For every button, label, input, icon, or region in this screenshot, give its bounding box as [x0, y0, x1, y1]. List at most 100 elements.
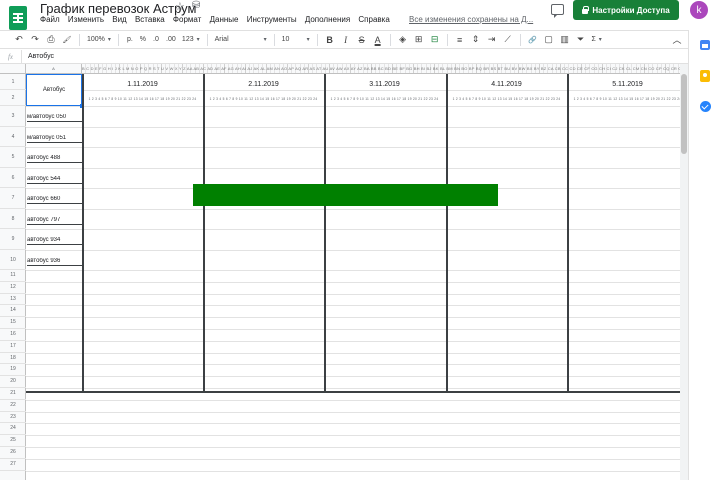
date-header[interactable]: 5.11.2019 — [567, 81, 688, 88]
tasks-icon[interactable] — [700, 101, 711, 112]
date-header[interactable]: 2.11.2019 — [203, 81, 324, 88]
filter-icon[interactable]: ⏷ — [574, 32, 588, 47]
bus-label[interactable]: автобус 936 — [27, 258, 82, 266]
redo-icon[interactable]: ↷ — [28, 32, 42, 47]
collapse-toolbar-icon[interactable]: ︿ — [670, 32, 684, 47]
menu-addons[interactable]: Дополнения — [305, 15, 350, 24]
vertical-scrollbar[interactable] — [680, 64, 688, 480]
bus-label[interactable]: м/автобус 051 — [27, 135, 82, 143]
borders-icon[interactable]: ⊞ — [412, 32, 426, 47]
row-header[interactable]: 4 — [0, 127, 26, 147]
select-all-corner[interactable] — [0, 64, 26, 74]
column-header-a[interactable]: A — [26, 64, 82, 74]
row-header[interactable]: 23 — [0, 412, 26, 424]
decrease-decimals-button[interactable]: .0 — [150, 32, 162, 47]
row-header[interactable]: 1 — [0, 74, 26, 90]
bus-label[interactable]: автобус 544 — [27, 176, 82, 184]
percent-format-button[interactable]: % — [138, 32, 148, 47]
toolbar-divider — [79, 33, 80, 46]
functions-icon[interactable]: Σ — [590, 32, 604, 47]
bus-label[interactable]: автобус 660 — [27, 196, 82, 204]
number-format-select[interactable]: 123 — [180, 32, 202, 47]
row-header[interactable]: 9 — [0, 229, 26, 250]
text-rotation-icon[interactable]: ⟋ — [501, 32, 515, 47]
bus-label[interactable]: автобус 934 — [27, 237, 82, 245]
keep-icon[interactable] — [700, 70, 710, 82]
merge-cells-icon[interactable]: ⊟ — [428, 32, 442, 47]
share-button[interactable]: Настройки Доступа — [573, 0, 679, 20]
sheet-grid[interactable]: A B C D E F G H I J K L M N O P Q R S T … — [0, 64, 688, 480]
italic-button[interactable]: I — [339, 32, 353, 47]
cloud-status-icon[interactable]: ⛁ — [192, 0, 200, 11]
bold-button[interactable]: B — [323, 32, 337, 47]
row-header[interactable]: 6 — [0, 168, 26, 188]
comment-history-icon[interactable] — [551, 4, 564, 18]
row-header[interactable]: 22 — [0, 400, 26, 412]
row-header[interactable]: 24 — [0, 423, 26, 436]
font-select[interactable]: Arial — [213, 32, 269, 47]
vertical-align-icon[interactable]: ⇕ — [469, 32, 483, 47]
zoom-select[interactable]: 100% — [85, 32, 113, 47]
row-header[interactable]: 3 — [0, 106, 26, 127]
strikethrough-button[interactable]: S — [355, 32, 369, 47]
avatar[interactable]: k — [690, 1, 708, 19]
paint-format-icon[interactable]: 🖌 — [60, 32, 74, 47]
link-icon[interactable]: 🔗 — [526, 32, 540, 47]
scroll-thumb[interactable] — [681, 74, 687, 154]
menu-file[interactable]: Файл — [40, 15, 60, 24]
menu-view[interactable]: Вид — [112, 15, 126, 24]
row-header[interactable]: 16 — [0, 329, 26, 341]
star-icon[interactable]: ☆ — [175, 0, 185, 13]
row-header[interactable]: 12 — [0, 282, 26, 294]
row-header[interactable]: 10 — [0, 250, 26, 270]
undo-icon[interactable]: ↶ — [12, 32, 26, 47]
row-header[interactable]: 8 — [0, 209, 26, 229]
row-header[interactable]: 13 — [0, 294, 26, 306]
menu-data[interactable]: Данные — [210, 15, 239, 24]
row-header[interactable]: 11 — [0, 270, 26, 282]
row-header[interactable]: 14 — [0, 305, 26, 318]
text-wrap-icon[interactable]: ⇥ — [485, 32, 499, 47]
insert-chart-icon[interactable]: ▥ — [558, 32, 572, 47]
row-header[interactable]: 25 — [0, 435, 26, 447]
row-header[interactable]: 5 — [0, 147, 26, 168]
menu-edit[interactable]: Изменить — [68, 15, 104, 24]
row-header[interactable]: 20 — [0, 376, 26, 388]
row-header[interactable]: 15 — [0, 317, 26, 329]
row-header[interactable]: 26 — [0, 447, 26, 459]
hour-scale: 1 2 3 4 5 6 7 8 9 10 11 12 13 14 15 16 1… — [88, 97, 197, 101]
insert-comment-icon[interactable]: ▢ — [542, 32, 556, 47]
font-size-select[interactable]: 10 — [280, 32, 312, 47]
header-cell-bus[interactable]: Автобус — [26, 74, 84, 108]
menu-format[interactable]: Формат — [173, 15, 201, 24]
print-icon[interactable]: ⎙ — [44, 32, 58, 47]
bus-label[interactable]: автобус 797 — [27, 217, 82, 225]
date-header[interactable]: 3.11.2019 — [324, 81, 445, 88]
row-header[interactable]: 21 — [0, 388, 26, 400]
hour-scale: 1 2 3 4 5 6 7 8 9 10 11 12 13 14 15 16 1… — [209, 97, 318, 101]
bus-label[interactable]: автобус 488 — [27, 155, 82, 163]
calendar-icon[interactable] — [700, 40, 710, 50]
menu-insert[interactable]: Вставка — [135, 15, 165, 24]
saved-status-link[interactable]: Все изменения сохранены на Д... — [409, 15, 535, 24]
document-title[interactable]: График перевозок Аструм — [40, 1, 196, 16]
row-header[interactable]: 2 — [0, 90, 26, 106]
bus-label[interactable]: м/автобус 050 — [27, 114, 82, 122]
currency-format-button[interactable]: р. — [124, 32, 136, 47]
menu-help[interactable]: Справка — [358, 15, 389, 24]
menu-tools[interactable]: Инструменты — [247, 15, 297, 24]
sheets-logo-icon[interactable] — [9, 6, 27, 30]
row-header[interactable]: 17 — [0, 341, 26, 353]
date-header[interactable]: 1.11.2019 — [82, 81, 203, 88]
increase-decimals-button[interactable]: .00 — [164, 32, 178, 47]
horizontal-align-icon[interactable]: ≡ — [453, 32, 467, 47]
text-color-button[interactable]: A — [371, 32, 385, 47]
row-header[interactable]: 27 — [0, 459, 26, 471]
date-header[interactable]: 4.11.2019 — [446, 81, 567, 88]
formula-input[interactable]: Автобус — [22, 53, 54, 60]
row-header[interactable]: 19 — [0, 364, 26, 377]
row-header[interactable]: 7 — [0, 188, 26, 209]
row-header[interactable]: 18 — [0, 353, 26, 365]
trip-bar[interactable] — [193, 184, 498, 206]
fill-color-icon[interactable]: ◈ — [396, 32, 410, 47]
